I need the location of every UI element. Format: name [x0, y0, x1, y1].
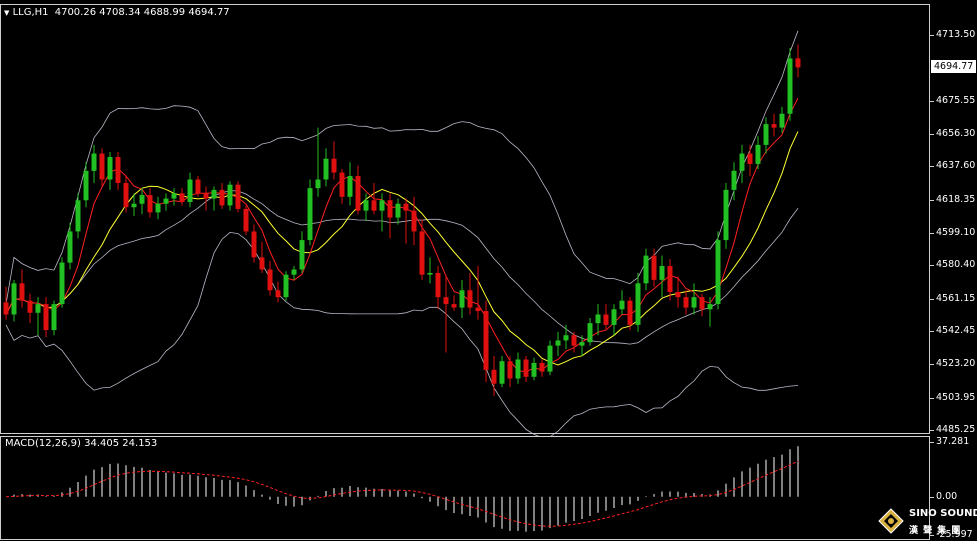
- price-tick-label: 4503.95: [936, 391, 976, 403]
- price-tick-mark: [930, 100, 934, 102]
- current-price-badge: 4694.77: [931, 60, 977, 74]
- price-tick-label: 4523.20: [936, 358, 976, 370]
- price-tick-mark: [930, 133, 934, 135]
- macd-signal-line: [5, 460, 799, 527]
- price-tick-label: 4580.40: [936, 259, 976, 271]
- price-tick-mark: [930, 331, 934, 332]
- price-tick-mark: [930, 232, 934, 234]
- price-tick-mark: [930, 35, 934, 36]
- price-tick-mark: [930, 265, 934, 267]
- price-tick-mark: [930, 430, 934, 431]
- price-tick-label: 4561.15: [936, 292, 976, 304]
- macd-tick-label: 0.00: [936, 490, 958, 502]
- logo-text-cn: 漢 聲 集 團: [909, 526, 962, 536]
- macd-chart-svg: [5, 446, 799, 532]
- price-tick-mark: [930, 298, 934, 300]
- price-tick-label: 4713.50: [936, 29, 976, 40]
- macd-tick-mark: [930, 496, 934, 498]
- price-tick-mark: [930, 397, 934, 399]
- price-tick-label: 4599.10: [936, 226, 976, 238]
- chart-header: ▼ LLG,H1 4700.26 4708.34 4688.99 4694.77: [4, 7, 230, 18]
- price-tick-label: 4637.60: [936, 160, 976, 172]
- symbol-label: LLG,H1: [12, 7, 49, 18]
- price-tick-label: 4542.45: [936, 325, 976, 336]
- macd-tick-label: 37.281: [936, 436, 970, 447]
- price-tick-label: 4485.25: [936, 424, 976, 435]
- dropdown-arrow-icon[interactable]: ▼: [4, 9, 9, 17]
- price-tick-mark: [930, 199, 934, 201]
- logo-text-en: SINO SOUND: [909, 508, 977, 519]
- logo-emblem-icon: [878, 508, 904, 534]
- macd-header: MACD(12,26,9) 34.405 24.153: [5, 438, 158, 449]
- price-tick-label: 4675.55: [936, 94, 976, 106]
- price-tick-mark: [930, 364, 934, 366]
- macd-tick-mark: [930, 442, 934, 443]
- price-tick-label: 4618.35: [936, 193, 976, 205]
- price-tick-mark: [930, 166, 934, 168]
- sino-sound-logo: SINO SOUND 漢 聲 集 團: [876, 504, 977, 540]
- price-tick-label: 4656.30: [936, 127, 976, 139]
- ohlc-readout: 4700.26 4708.34 4688.99 4694.77: [54, 7, 230, 18]
